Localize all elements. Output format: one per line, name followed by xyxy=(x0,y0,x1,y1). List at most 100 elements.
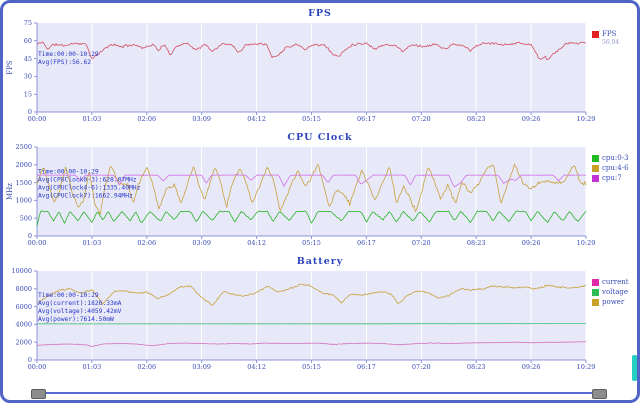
y-axis-unit-label: MHz xyxy=(6,183,14,200)
x-tick-label: 02:06 xyxy=(137,115,156,123)
chart-fps: FPS 0 15 30 45 60 75 00:00 01:03 02:06 03:09 04:12 0… xyxy=(3,7,637,130)
slider-track[interactable] xyxy=(37,392,599,394)
x-tick-label: 06:17 xyxy=(357,115,376,123)
annotation-line: Avg(CPUClock0-3):628.07MHz xyxy=(38,177,137,184)
y-tick-label: 8000 xyxy=(15,285,32,293)
legend-entry-voltage[interactable]: voltage xyxy=(592,287,637,297)
y-tick-label: 2000 xyxy=(15,338,32,346)
plot-svg-cpu-clock: 0500100015002000250000:00 01:03 02:06 03:09… xyxy=(6,143,596,247)
chart-title-fps: FPS xyxy=(308,8,332,19)
y-tick-label: 1000 xyxy=(15,197,32,205)
annotation-line: Avg(CPUClock4-6):1335.40MHz xyxy=(38,185,141,192)
plot-svg-battery: 020004000600080001000000:00 01:03 02:06 03:… xyxy=(11,267,596,371)
x-tick-label: 09:26 xyxy=(522,363,541,371)
legend-swatch-icon xyxy=(592,164,599,172)
x-tick-label: 03:09 xyxy=(192,363,211,371)
x-tick-label: 07:20 xyxy=(412,115,431,123)
y-tick-label: 15 xyxy=(24,90,32,98)
x-tick-label: 08:23 xyxy=(467,115,486,123)
x-tick-label: 00:00 xyxy=(28,363,47,371)
x-tick-label: 05:15 xyxy=(302,363,321,371)
legend-label: FPS xyxy=(602,30,617,38)
legend-entry-power[interactable]: power xyxy=(592,297,637,307)
legend-fps: FPS 56.94 xyxy=(592,29,637,47)
chart-cpu-clock: CPU Clock 0 500 1000 1500 2000 2500 00:00 01:03 0… xyxy=(3,131,637,254)
x-tick-label: 03:09 xyxy=(192,115,211,123)
chart-title-battery: Battery xyxy=(296,256,344,267)
y-tick-label: 4000 xyxy=(15,321,32,329)
x-tick-label: 00:00 xyxy=(28,115,47,123)
legend-entry-cpu:0-3[interactable]: cpu:0-3 xyxy=(592,153,637,163)
y-tick-label: 500 xyxy=(20,214,32,222)
y-tick-label: 75 xyxy=(24,20,32,27)
x-tick-label: 02:06 xyxy=(137,239,156,247)
x-tick-label: 08:23 xyxy=(467,239,486,247)
x-tick-label: 06:17 xyxy=(357,239,376,247)
x-tick-label: 00:00 xyxy=(28,239,47,247)
annotation-line: Avg(current):1826.33mA xyxy=(38,300,122,307)
y-tick-label: 45 xyxy=(24,55,32,63)
x-tick-label: 04:12 xyxy=(247,363,266,371)
slider-handle-right[interactable] xyxy=(592,389,607,399)
chart-battery: Battery 0 2000 4000 6000 8000 10000 00:00 01:03 0… xyxy=(3,255,637,378)
slider-handle-left[interactable] xyxy=(31,389,46,399)
legend-label: voltage xyxy=(602,288,629,296)
legend-label: cpu:7 xyxy=(602,174,622,182)
x-tick-label: 01:03 xyxy=(83,239,102,247)
legend-label: current xyxy=(602,278,629,286)
legend-swatch-icon xyxy=(592,154,599,162)
y-tick-label: 2500 xyxy=(15,144,32,151)
annotation-line: Avg(FPS):56.62 xyxy=(38,59,91,66)
legend-swatch-icon xyxy=(592,30,599,38)
legend-entry-cpu:4-6[interactable]: cpu:4-6 xyxy=(592,163,637,173)
legend-swatch-icon xyxy=(592,174,599,182)
performance-dashboard: FPS 0 15 30 45 60 75 00:00 01:03 02:06 03:09 04:12 0… xyxy=(0,0,640,403)
annotation-line: Avg(voltage):4059.42mV xyxy=(38,308,122,315)
x-tick-label: 07:20 xyxy=(412,363,431,371)
x-tick-label: 07:20 xyxy=(412,239,431,247)
legend-entry-cpu:7[interactable]: cpu:7 xyxy=(592,173,637,183)
legend-entry-FPS[interactable]: FPS xyxy=(592,29,637,39)
chart-title-cpu-clock: CPU Clock xyxy=(287,132,353,143)
annotation-line: Time:00:00-10:29 xyxy=(38,51,99,58)
legend-battery: current voltage power xyxy=(592,277,637,307)
annotation-line: Avg(CPUClock7):1662.94MHz xyxy=(38,193,133,200)
x-tick-label: 10:29 xyxy=(577,363,596,371)
vertical-scrollbar[interactable] xyxy=(632,3,637,400)
y-tick-label: 1500 xyxy=(15,179,32,187)
time-range-slider[interactable] xyxy=(3,385,637,400)
legend-swatch-icon xyxy=(592,278,599,286)
y-tick-label: 10000 xyxy=(11,268,32,275)
y-tick-label: 6000 xyxy=(15,303,32,311)
x-tick-label: 01:03 xyxy=(83,363,102,371)
x-tick-label: 02:06 xyxy=(137,363,156,371)
x-tick-label: 10:29 xyxy=(577,239,596,247)
x-tick-label: 03:09 xyxy=(192,239,211,247)
legend-current-value: 56.94 xyxy=(602,39,620,46)
legend-swatch-icon xyxy=(592,288,599,296)
scrollbar-thumb[interactable] xyxy=(632,355,637,381)
x-tick-label: 10:29 xyxy=(577,115,596,123)
legend-swatch-icon xyxy=(592,298,599,306)
x-tick-label: 01:03 xyxy=(83,115,102,123)
x-tick-label: 09:26 xyxy=(522,239,541,247)
annotation-line: Time:00:00-10:29 xyxy=(38,292,99,299)
x-tick-label: 04:12 xyxy=(247,115,266,123)
plot-svg-fps: 0153045607500:00 01:03 02:06 03:09 04:12 05:1… xyxy=(6,19,596,123)
legend-entry-current[interactable]: current xyxy=(592,277,637,287)
y-tick-label: 30 xyxy=(24,73,32,81)
legend-label: cpu:0-3 xyxy=(602,154,629,162)
y-tick-label: 2000 xyxy=(15,161,32,169)
annotation-line: Avg(power):7614.50mW xyxy=(38,316,114,323)
x-tick-label: 04:12 xyxy=(247,239,266,247)
legend-label: cpu:4-6 xyxy=(602,164,629,172)
x-tick-label: 05:15 xyxy=(302,115,321,123)
y-tick-label: 60 xyxy=(24,37,32,45)
x-tick-label: 06:17 xyxy=(357,363,376,371)
x-tick-label: 09:26 xyxy=(522,115,541,123)
legend-label: power xyxy=(602,298,625,306)
x-tick-label: 05:15 xyxy=(302,239,321,247)
legend-cpu-clock: cpu:0-3 cpu:4-6 cpu:7 xyxy=(592,153,637,183)
annotation-line: Time:00:00-10:29 xyxy=(38,169,99,176)
y-axis-unit-label: FPS xyxy=(6,60,14,75)
